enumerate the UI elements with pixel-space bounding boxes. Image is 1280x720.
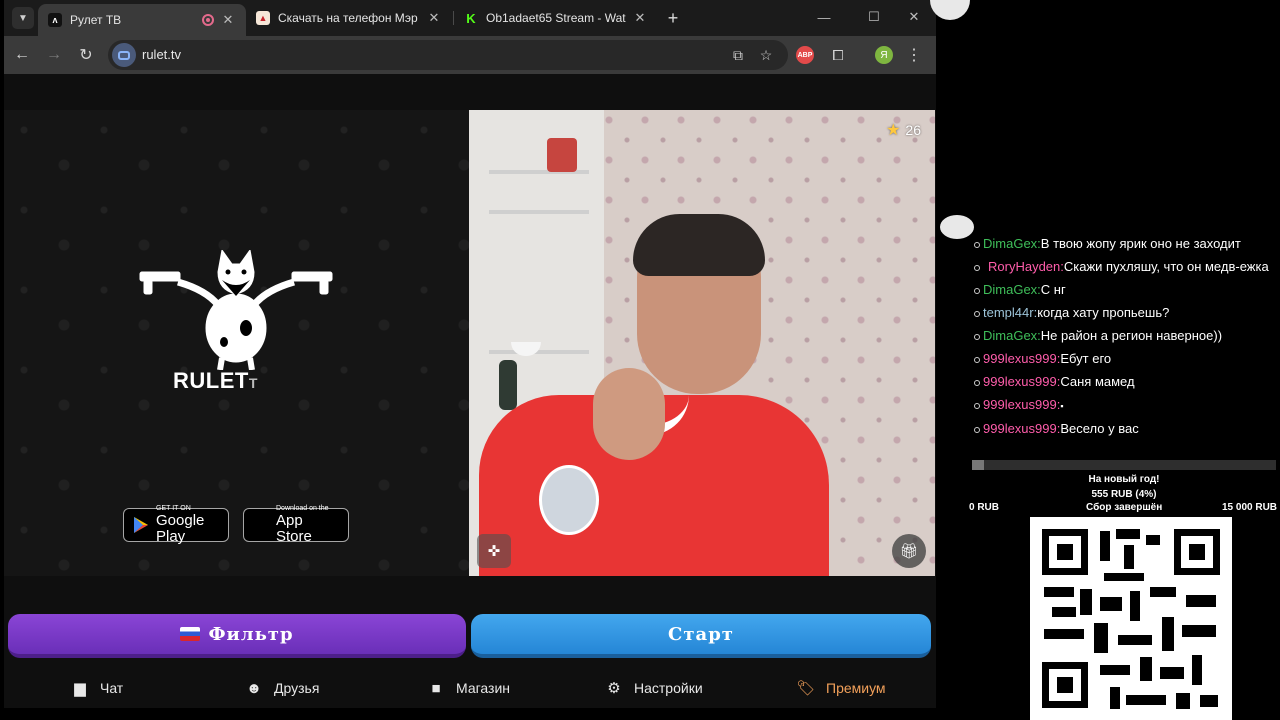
site-info-icon[interactable] [112, 43, 136, 67]
chat-message: RoryHayden:Скажи пухляшу, что он медв-еж… [970, 259, 1278, 275]
maximize-button[interactable]: ☐ [860, 6, 888, 28]
start-button[interactable]: Старт [471, 614, 931, 658]
donation-progress-fill [972, 460, 985, 470]
chat-message: 999lexus999:▪ [970, 397, 1278, 414]
rulet-page: RULETT GET IT ON Google Play Download on… [4, 74, 936, 708]
bookmark-star-icon[interactable]: ☆ [756, 45, 776, 65]
close-tab-icon[interactable]: ✕ [632, 10, 648, 26]
stream-chat: DimaGex:В твою жопу ярик оно не заходит … [970, 236, 1278, 444]
star-count-value: 26 [905, 122, 921, 138]
star-icon: ★ [886, 122, 901, 139]
profile-avatar[interactable]: Я [875, 46, 893, 64]
browser-window: ▼ ᴧ Рулет ТВ ✕ ▲ Скачать на телефон Мэр … [4, 0, 936, 708]
apple-icon [252, 516, 270, 534]
decorative-blob [940, 215, 974, 239]
back-button[interactable]: ← [10, 43, 34, 67]
forward-button[interactable]: → [42, 43, 66, 67]
reload-button[interactable]: ↻ [74, 43, 98, 67]
nav-label: Друзья [274, 680, 320, 696]
tab-title: Скачать на телефон Мэр Кинг [278, 11, 420, 25]
star-rating: ★ 26 [886, 120, 921, 140]
rulet-logo-text: RULETT [173, 368, 258, 393]
shop-bag-icon: ■ [431, 679, 441, 697]
nav-chat[interactable]: ▆ Чат [70, 676, 123, 700]
donation-amount: 555 RUB (4%) [1091, 489, 1157, 500]
tab-title: Рулет ТВ [70, 13, 122, 27]
webcam-video[interactable]: ★ 26 ✜ 🎁︎ [469, 110, 935, 576]
gear-icon: ⚙ [607, 680, 621, 697]
chat-message: 999lexus999:Весело у вас [970, 421, 1278, 437]
url-text[interactable]: rulet.tv [142, 47, 181, 62]
recording-icon [202, 14, 214, 26]
nav-label: Настройки [634, 680, 703, 696]
tab-rulet[interactable]: ᴧ Рулет ТВ ✕ [38, 4, 246, 36]
new-tab-button[interactable]: + [662, 7, 684, 29]
adblock-extension-icon[interactable]: ABP [796, 46, 814, 64]
chat-icon: ▆ [74, 680, 86, 697]
russia-flag-icon [180, 627, 201, 641]
nav-label: Чат [100, 680, 124, 696]
start-label: Старт [668, 623, 734, 645]
extensions-puzzle-icon[interactable]: ⧠ [826, 43, 850, 67]
gamepad-icon[interactable]: ✜ [477, 534, 511, 568]
tab-kick-stream[interactable]: K Ob1adaet65 Stream - Watch Li ✕ [454, 4, 658, 32]
burger-favicon-icon: ▲ [256, 11, 270, 25]
tab-title: Ob1adaet65 Stream - Watch Li [486, 11, 626, 25]
kick-favicon-icon: K [464, 11, 478, 26]
chat-message: DimaGex:С нг [970, 282, 1278, 298]
nav-shop[interactable]: ■ Магазин [426, 676, 510, 700]
cat-with-guns-logo [139, 250, 333, 370]
donation-qr-code [1030, 517, 1232, 720]
tag-icon: 🏷︎ [796, 680, 816, 697]
filter-label: Фильтр [208, 623, 294, 645]
bottom-navigation: ▆ Чат ☻ Друзья ■ Магазин ⚙ Настройки 🏷︎ … [4, 668, 936, 708]
app-store-label: App Store [276, 512, 312, 545]
browser-menu-icon[interactable]: ⋮ [902, 43, 926, 67]
browser-toolbar: ← → ↻ rulet.tv ⧉ ☆ ABP ⧠ Я ⋮ [4, 36, 936, 74]
donation-max: 15 000 RUB [1222, 502, 1278, 513]
app-store-badge[interactable]: Download on the App Store [243, 505, 349, 545]
donation-title: На новый год! [1088, 474, 1160, 485]
google-play-icon [134, 517, 148, 533]
nav-premium[interactable]: 🏷︎ Премиум [796, 676, 886, 700]
close-window-button[interactable]: ✕ [900, 6, 928, 28]
chat-message: DimaGex:Не район а регион наверное)) [970, 328, 1278, 344]
nav-label: Премиум [826, 680, 886, 696]
chat-message: 999lexus999:Ебут его [970, 351, 1278, 367]
google-play-badge[interactable]: GET IT ON Google Play [123, 505, 229, 545]
close-tab-icon[interactable]: ✕ [220, 12, 236, 28]
donation-min: 0 RUB [969, 502, 1000, 513]
address-bar[interactable]: rulet.tv ⧉ ☆ [108, 40, 788, 70]
rulet-favicon-icon: ᴧ [48, 13, 62, 27]
person-hair [633, 214, 765, 276]
chat-message: templ44r:когда хату пропьешь? [970, 305, 1278, 321]
tab-strip: ▼ ᴧ Рулет ТВ ✕ ▲ Скачать на телефон Мэр … [4, 0, 936, 36]
nav-settings[interactable]: ⚙ Настройки [604, 676, 703, 700]
friends-icon: ☻ [246, 679, 262, 697]
tab-search-dropdown[interactable]: ▼ [12, 7, 34, 29]
gift-icon[interactable]: 🎁︎ [892, 534, 926, 568]
shirt-badge [539, 465, 599, 535]
nav-friends[interactable]: ☻ Друзья [244, 676, 319, 700]
donation-progress-bar [972, 460, 1276, 470]
nav-label: Магазин [456, 680, 511, 696]
person-hand [593, 368, 665, 460]
tab-burger-king[interactable]: ▲ Скачать на телефон Мэр Кинг ✕ [246, 4, 452, 32]
install-app-icon[interactable]: ⧉ [728, 45, 748, 65]
chat-message: DimaGex:В твою жопу ярик оно не заходит [970, 236, 1278, 252]
google-play-label: Google Play [156, 512, 205, 545]
minimize-button[interactable]: — [810, 6, 838, 28]
filter-button[interactable]: Фильтр [8, 614, 466, 658]
close-tab-icon[interactable]: ✕ [426, 10, 442, 26]
chat-message: 999lexus999:Саня мамед [970, 374, 1278, 390]
donation-status: Сбор завершён [1086, 502, 1163, 513]
